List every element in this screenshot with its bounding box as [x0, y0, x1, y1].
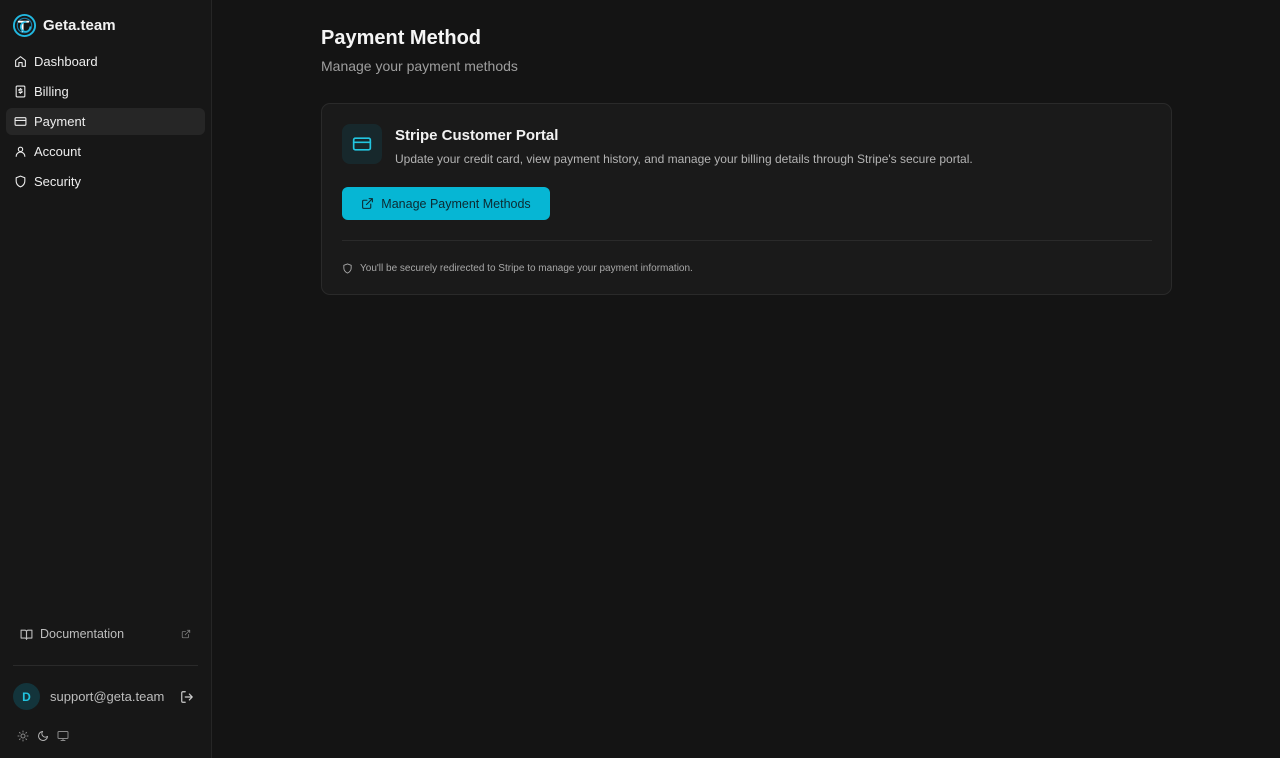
security-notice: You'll be securely redirected to Stripe … — [342, 261, 693, 275]
receipt-icon — [15, 85, 26, 98]
sidebar-item-label: Dashboard — [34, 54, 98, 69]
user-email: support@geta.team — [50, 689, 165, 704]
sidebar-nav: Dashboard Billing Payment Account Securi… — [6, 48, 205, 198]
stripe-portal-card: Stripe Customer Portal Update your credi… — [321, 103, 1172, 295]
sidebar-divider — [13, 665, 198, 666]
sidebar-item-label: Payment — [34, 114, 86, 129]
card-divider — [342, 240, 1152, 241]
external-link-icon — [181, 629, 191, 639]
book-icon — [20, 629, 33, 640]
user-profile: D support@geta.team — [13, 683, 199, 710]
shield-icon — [15, 175, 26, 188]
brand-name: Geta.team — [43, 16, 116, 34]
credit-card-icon — [352, 137, 372, 151]
card-description: Update your credit card, view payment hi… — [395, 152, 973, 166]
home-icon — [15, 56, 26, 67]
theme-dark-button[interactable] — [37, 730, 49, 742]
security-notice-text: You'll be securely redirected to Stripe … — [360, 262, 693, 274]
sidebar-item-label: Security — [34, 174, 81, 189]
theme-light-button[interactable] — [17, 730, 29, 742]
theme-system-button[interactable] — [57, 730, 69, 742]
external-link-icon — [362, 198, 374, 209]
geta-logo-icon — [12, 13, 37, 37]
page-title: Payment Method — [321, 27, 482, 49]
sidebar: Geta.team Dashboard Billing Payment Acco… — [0, 0, 212, 758]
sidebar-item-label: Account — [34, 144, 81, 159]
sidebar-item-billing[interactable]: Billing — [6, 78, 205, 105]
manage-payment-methods-button[interactable]: Manage Payment Methods — [342, 187, 550, 220]
sidebar-item-payment[interactable]: Payment — [6, 108, 205, 135]
monitor-icon — [57, 731, 69, 741]
user-icon — [15, 146, 26, 157]
sidebar-item-security[interactable]: Security — [6, 168, 205, 195]
credit-card-icon — [14, 117, 27, 126]
logout-icon — [181, 690, 193, 703]
documentation-link[interactable]: Documentation — [13, 622, 199, 646]
theme-switcher — [17, 729, 69, 743]
sidebar-item-account[interactable]: Account — [6, 138, 205, 165]
avatar[interactable]: D — [13, 683, 40, 710]
sidebar-item-label: Billing — [34, 84, 69, 99]
sun-icon — [17, 730, 29, 742]
sidebar-item-dashboard[interactable]: Dashboard — [6, 48, 205, 75]
card-icon-container — [342, 124, 382, 164]
page-subtitle: Manage your payment methods — [321, 58, 518, 74]
card-title: Stripe Customer Portal — [395, 127, 559, 144]
button-label: Manage Payment Methods — [381, 196, 531, 211]
brand[interactable]: Geta.team — [12, 12, 116, 38]
shield-icon — [343, 262, 352, 274]
logout-button[interactable] — [180, 690, 194, 704]
moon-icon — [38, 731, 48, 741]
documentation-label: Documentation — [40, 627, 125, 641]
